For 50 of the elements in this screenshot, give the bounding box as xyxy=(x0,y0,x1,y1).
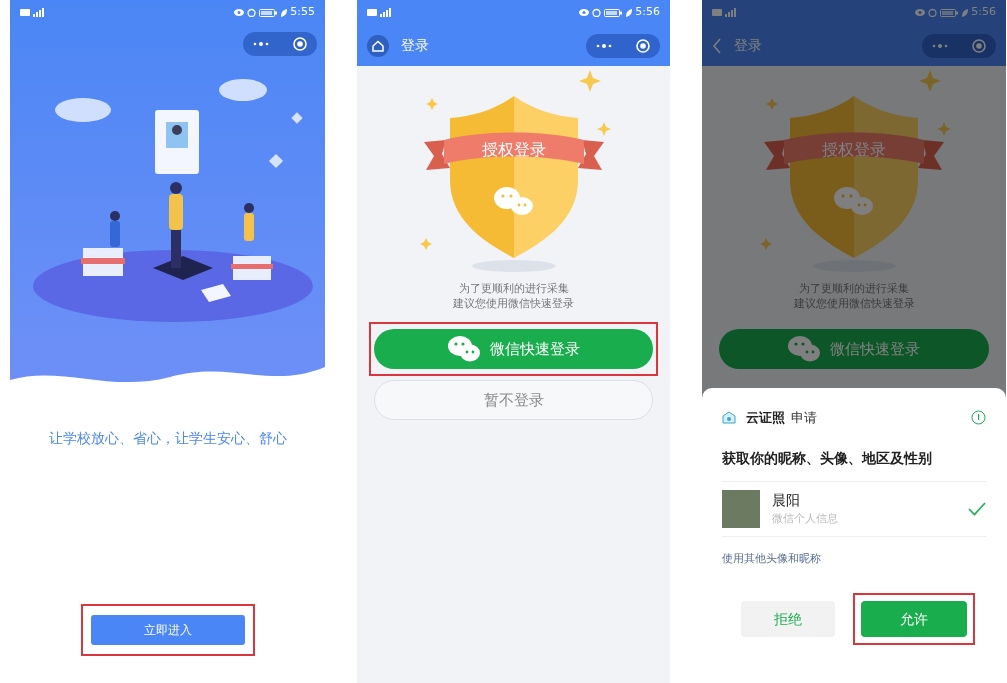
more-icon[interactable] xyxy=(596,43,612,48)
clock-time: 5:55 xyxy=(290,4,315,21)
clock-time: 5:56 xyxy=(635,4,660,21)
chat-bubbles-icon xyxy=(788,336,820,362)
wechat-login-button[interactable]: 微信快速登录 xyxy=(374,329,653,369)
leaf-icon xyxy=(961,8,969,17)
signal-icon xyxy=(380,8,392,17)
request-label: 申请 xyxy=(791,409,817,427)
account-subtitle: 微信个人信息 xyxy=(772,510,839,527)
page-title: 登录 xyxy=(734,36,762,55)
app-name: 云证照 xyxy=(746,409,785,427)
enter-button[interactable]: 立即进入 xyxy=(90,615,245,645)
skip-login-button[interactable]: 暂不登录 xyxy=(374,380,653,420)
slogan-text: 让学校放心、省心，让学生安心、舒心 xyxy=(48,429,287,448)
account-name: 晨阳 xyxy=(772,490,801,510)
info-icon[interactable] xyxy=(971,410,986,426)
page-title: 登录 xyxy=(401,36,429,55)
hint-text: 建议您使用微信快速登录 xyxy=(453,296,574,311)
hint-text: 为了更顺利的进行采集 xyxy=(458,281,569,296)
camera-house-icon xyxy=(722,411,736,425)
leaf-icon xyxy=(280,8,288,17)
battery-icon xyxy=(940,8,959,17)
battery-icon xyxy=(259,8,278,17)
close-target-icon[interactable] xyxy=(636,38,650,53)
allow-button[interactable]: 允许 xyxy=(861,601,967,637)
eye-icon xyxy=(234,9,245,16)
reject-button[interactable]: 拒绝 xyxy=(741,601,835,637)
avatar-photo-placeholder xyxy=(722,489,760,528)
permission-title: 获取你的昵称、头像、地区及性别 xyxy=(722,448,933,468)
eye-icon xyxy=(579,9,590,16)
home-icon[interactable] xyxy=(367,34,389,57)
banner-text: 授权登录 xyxy=(481,139,546,161)
close-target-icon[interactable] xyxy=(293,37,307,51)
battery-icon xyxy=(604,8,623,17)
alt-avatar-link[interactable]: 使用其他头像和昵称 xyxy=(722,550,986,567)
wechat-login-button[interactable]: 微信快速登录 xyxy=(719,329,989,369)
chat-bubbles-icon xyxy=(447,336,480,362)
sim-card-icon xyxy=(20,9,30,16)
sim-card-icon xyxy=(367,9,377,16)
more-icon[interactable] xyxy=(253,42,269,46)
close-target-icon[interactable] xyxy=(972,38,986,53)
leaf-icon xyxy=(625,8,633,17)
banner-text: 授权登录 xyxy=(822,139,886,161)
signal-icon xyxy=(33,8,45,17)
more-icon[interactable] xyxy=(932,43,948,48)
signal-icon xyxy=(725,8,737,17)
clock-time: 5:56 xyxy=(971,4,996,21)
account-option[interactable]: 晨阳 微信个人信息 xyxy=(722,481,986,536)
eye-icon xyxy=(915,9,926,16)
sim-card-icon xyxy=(712,9,722,16)
